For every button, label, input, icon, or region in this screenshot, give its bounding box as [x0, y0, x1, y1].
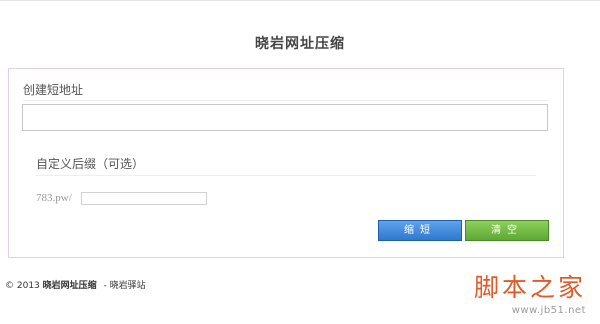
url-section-label: 创建短地址 [23, 83, 84, 97]
shorten-form-panel: 创建短地址 自定义后缀（可选） 783.pw/ 缩短 清空 [8, 68, 564, 258]
custom-suffix-input[interactable] [81, 192, 207, 205]
footer: © 2013 晓岩网址压缩 - 晓岩驿站 [5, 278, 146, 291]
domain-prefix: 783.pw/ [36, 192, 72, 204]
watermark-url: www.jb51.net [511, 305, 586, 316]
suffix-section-label: 自定义后缀（可选） [36, 157, 145, 171]
suffix-section-divider [36, 175, 536, 176]
section-divider [23, 100, 549, 101]
footer-link-site[interactable]: 晓岩驿站 [110, 281, 146, 291]
long-url-input[interactable] [22, 104, 548, 131]
page-title: 晓岩网址压缩 [255, 36, 345, 52]
top-divider [0, 0, 600, 1]
footer-separator: - [103, 281, 107, 291]
shorten-button[interactable]: 缩短 [378, 220, 462, 241]
clear-button[interactable]: 清空 [465, 220, 549, 241]
footer-copyright: © 2013 [5, 281, 40, 291]
watermark-logo-text: 脚本之家 [473, 273, 586, 302]
footer-brand: 晓岩网址压缩 [42, 281, 97, 291]
